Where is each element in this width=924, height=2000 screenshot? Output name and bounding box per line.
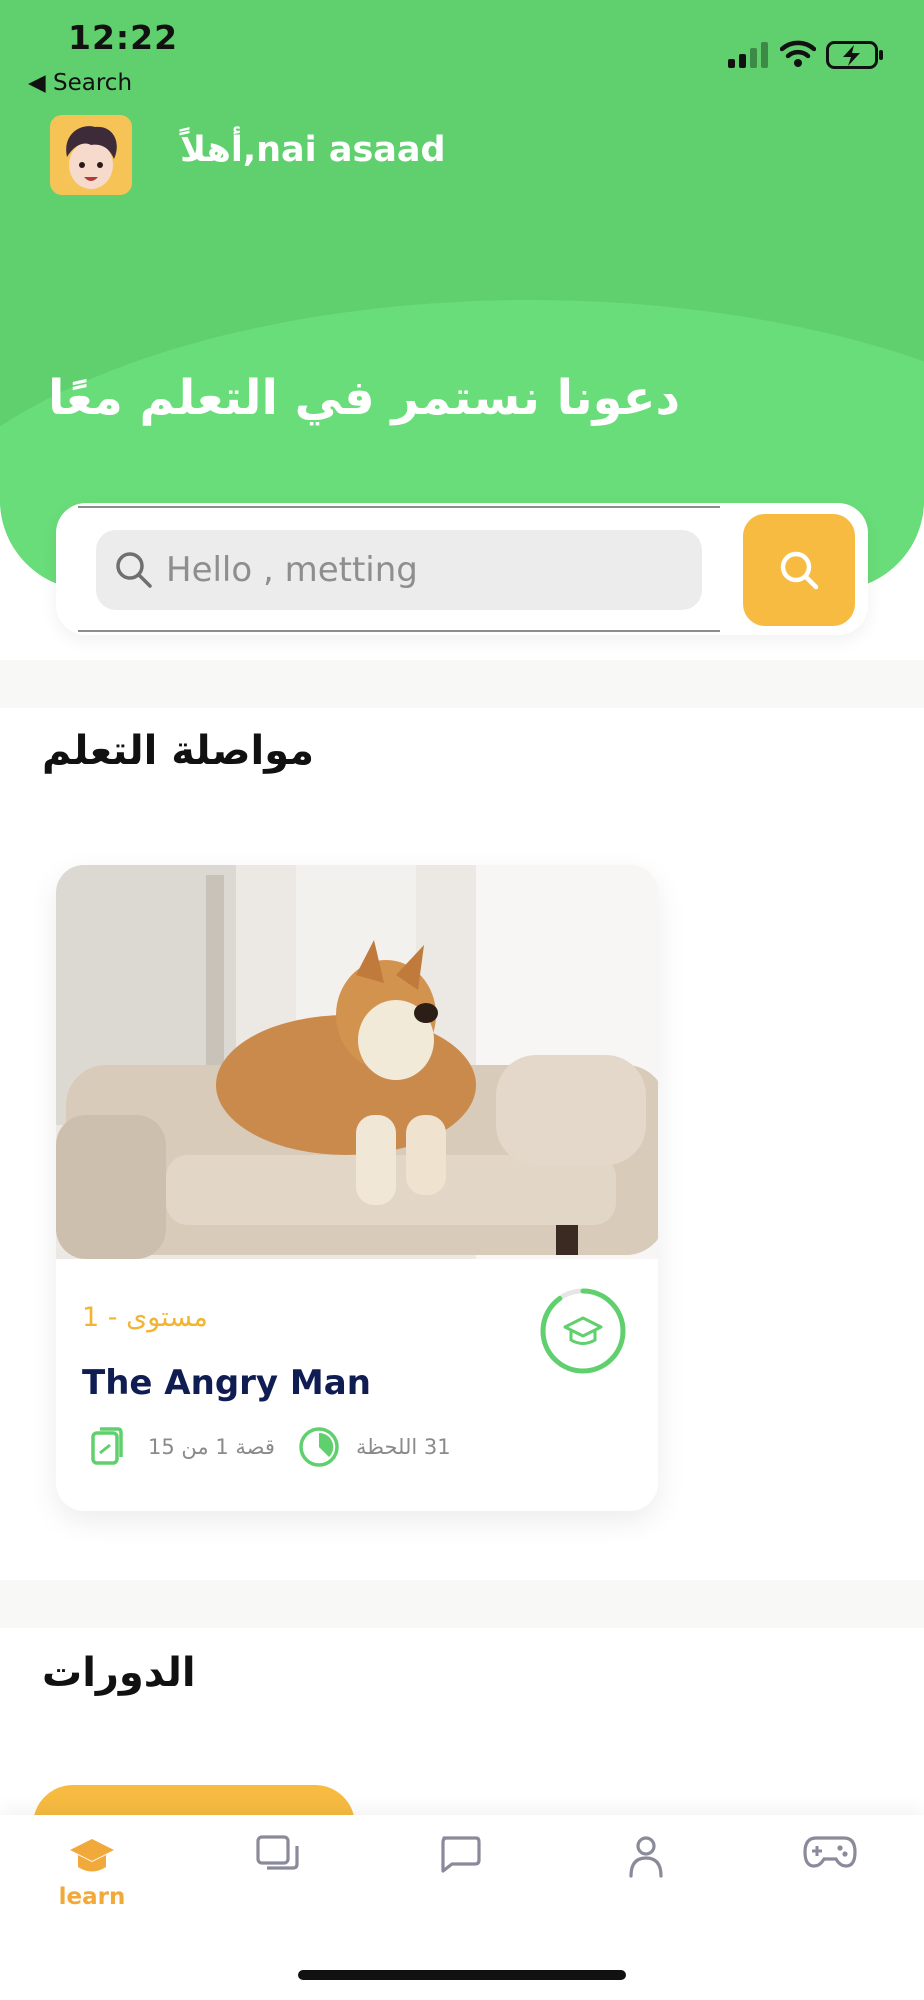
tab-learn-label: learn <box>58 1884 126 1910</box>
back-to-search-link[interactable]: ◀ Search <box>28 70 132 96</box>
progress-ring <box>540 1288 626 1374</box>
search-button[interactable] <box>743 514 855 626</box>
search-icon <box>116 552 152 588</box>
stories-icon <box>91 1427 123 1465</box>
stories-count: قصة 1 من 15 <box>148 1435 275 1459</box>
folders-icon <box>256 1835 299 1870</box>
graduation-cap-icon <box>70 1839 114 1872</box>
tab-learn[interactable]: learn <box>42 1834 142 1914</box>
graduation-cap-icon <box>563 1316 603 1345</box>
chat-icon <box>441 1836 481 1873</box>
wifi-icon <box>780 40 816 67</box>
duration-text: 31 اللحظة <box>356 1435 451 1459</box>
gamepad-icon <box>803 1836 857 1868</box>
section-divider-2 <box>0 1580 924 1628</box>
header-banner <box>0 0 924 590</box>
courses-title: الدورات <box>42 1650 196 1696</box>
search-card-divider-bottom <box>78 630 720 632</box>
tab-profile[interactable] <box>596 1834 696 1914</box>
section-divider <box>0 660 924 708</box>
signal-icon <box>728 42 772 68</box>
course-image <box>56 865 658 1259</box>
clock-icon <box>299 1427 339 1467</box>
tab-games[interactable] <box>780 1834 880 1914</box>
search-button-icon <box>780 551 819 590</box>
status-time: 12:22 <box>68 18 179 57</box>
avatar[interactable] <box>50 115 132 195</box>
continue-learning-title: مواصلة التعلم <box>42 728 315 774</box>
profile-icon <box>629 1836 663 1878</box>
battery-charging-icon <box>826 41 883 69</box>
home-indicator <box>298 1970 626 1980</box>
avatar-face-icon <box>66 126 117 189</box>
search-field[interactable] <box>96 530 702 610</box>
tab-library[interactable] <box>228 1834 328 1914</box>
hero-title: دعونا نستمر في التعلم معًا <box>48 370 681 426</box>
course-card[interactable]: مستوى - 1 The Angry Man قصة 1 من 15 31 ا… <box>56 865 658 1511</box>
search-card-divider-top <box>78 506 720 508</box>
tab-chat[interactable] <box>410 1834 510 1914</box>
course-level: مستوى - 1 <box>82 1302 208 1333</box>
search-input[interactable] <box>164 549 702 591</box>
course-title: The Angry Man <box>82 1363 371 1403</box>
greeting-text: أهلاً,nai asaad <box>180 130 446 170</box>
